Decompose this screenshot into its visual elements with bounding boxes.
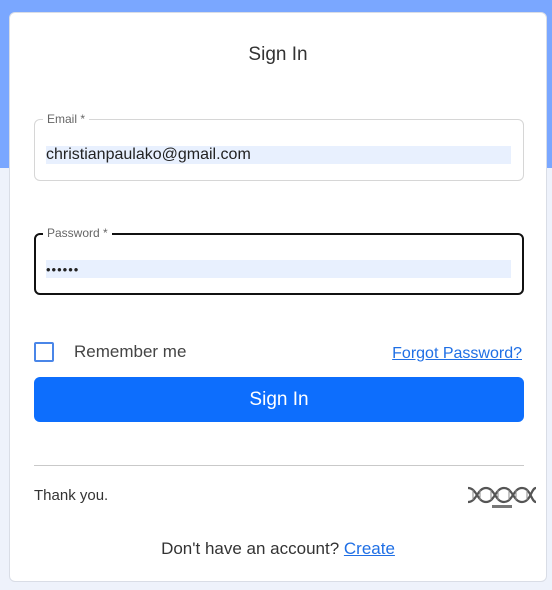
password-input[interactable] <box>46 260 511 278</box>
signup-prompt-text: Don't have an account? <box>161 539 340 558</box>
signup-prompt: Don't have an account? Create <box>10 539 546 559</box>
password-label: Password * <box>43 226 112 240</box>
login-card: Sign In Email * Password * Remember me F… <box>9 12 547 582</box>
remember-me-checkbox[interactable] <box>34 342 54 362</box>
sign-in-button[interactable]: Sign In <box>34 377 524 422</box>
email-label: Email * <box>43 112 90 126</box>
password-field[interactable]: Password * <box>34 226 524 295</box>
email-field[interactable]: Email * <box>34 112 524 181</box>
remember-me-label[interactable]: Remember me <box>74 342 186 362</box>
dna-helix-logo-icon <box>467 486 537 508</box>
remember-me-row[interactable]: Remember me <box>34 342 186 362</box>
divider <box>34 465 524 466</box>
page-title: Sign In <box>248 44 308 65</box>
create-account-link[interactable]: Create <box>344 539 395 558</box>
email-input[interactable] <box>46 146 511 164</box>
thank-you-text: Thank you. <box>34 487 109 504</box>
forgot-password-link[interactable]: Forgot Password? <box>392 345 522 363</box>
